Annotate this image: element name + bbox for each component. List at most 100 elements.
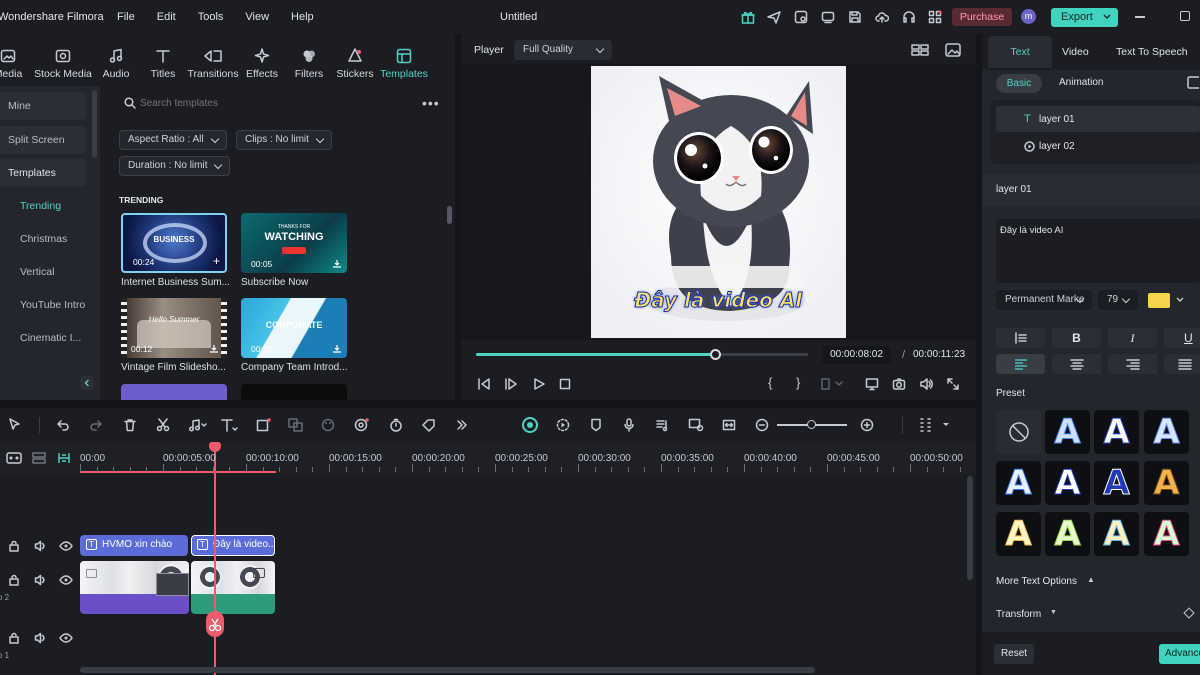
add-track-icon[interactable] [6,452,22,464]
more-options-icon[interactable]: ••• [422,96,440,110]
align-left-button[interactable] [996,354,1045,374]
zoom-in-icon[interactable] [860,418,874,432]
maximize-icon[interactable] [1180,11,1190,21]
text-tool-icon[interactable] [221,418,239,432]
replace-clip-icon[interactable] [688,418,704,432]
speaker-icon[interactable] [34,540,46,552]
playback-scrubber[interactable] [710,349,722,360]
font-select[interactable]: Permanent Marke [996,290,1092,310]
zoom-slider[interactable] [777,420,847,429]
menu-file[interactable]: File [117,11,135,23]
preset-style-8[interactable]: A [996,512,1041,556]
scissors-icon[interactable] [156,418,170,432]
display-icon[interactable] [865,377,879,391]
aspect-ratio-filter[interactable]: Aspect Ratio : All [119,130,227,150]
preset-style-4[interactable]: A [996,461,1041,505]
nav-christmas[interactable]: Christmas [0,225,86,253]
group-icon[interactable] [288,418,304,432]
delete-icon[interactable] [123,418,137,432]
template-thumb-partial[interactable] [121,384,227,400]
tab-stock-media[interactable]: Stock Media [33,34,93,86]
advanced-button[interactable]: Advanced [1159,644,1200,664]
nav-cinematic[interactable]: Cinematic I... [0,324,86,352]
more-text-options[interactable]: More Text Options [996,576,1077,587]
underline-button[interactable]: U [1164,328,1200,348]
caret-down-icon[interactable]: ▼ [1050,609,1057,616]
save-preset-icon[interactable] [1187,76,1199,90]
snap-icon[interactable] [57,451,71,465]
menu-help[interactable]: Help [291,11,314,23]
video-clip-1[interactable] [80,561,189,614]
purchase-button[interactable]: Purchase [952,8,1012,26]
lock-icon[interactable] [8,540,20,552]
render-preview-icon[interactable] [556,418,570,432]
insert-icon[interactable] [820,377,844,391]
menu-edit[interactable]: Edit [157,11,176,23]
microphone-icon[interactable] [622,418,636,432]
grid-view-icon[interactable] [911,44,929,56]
template-thumb-partial[interactable] [241,384,347,400]
template-mode-icon[interactable] [794,10,808,24]
eye-icon[interactable] [59,632,73,644]
duration-filter[interactable]: Duration : No limit [119,156,231,176]
marker-icon[interactable] [589,418,603,432]
audio-mix-icon[interactable] [655,418,669,432]
video-frame[interactable]: Đây là video AI [591,66,846,338]
download-icon[interactable] [332,344,342,354]
crop-icon[interactable] [256,418,272,432]
reset-button[interactable]: Reset [994,644,1034,664]
cloud-upload-icon[interactable] [875,10,889,24]
tab-text[interactable]: Text [988,36,1052,68]
transform-label[interactable]: Transform [996,609,1041,620]
nav-trending[interactable]: Trending [0,192,86,220]
menu-tools[interactable]: Tools [198,11,224,23]
preset-style-7[interactable]: A [1144,461,1189,505]
preset-style-6[interactable]: A [1094,461,1139,505]
lock-icon[interactable] [8,574,20,586]
camera-icon[interactable] [892,377,906,391]
tab-text-to-speech[interactable]: Text To Speech [1116,46,1188,58]
bold-button[interactable]: B [1052,328,1101,348]
audio-split-icon[interactable] [187,418,207,432]
download-icon[interactable] [209,344,219,354]
preset-style-1[interactable]: A [1045,410,1090,454]
preset-style-9[interactable]: A [1045,512,1090,556]
collapse-panel-button[interactable] [80,376,94,390]
text-clip-2-selected[interactable]: T Đây là video... [191,535,275,556]
snapshot-image-icon[interactable] [945,43,961,57]
preset-style-2[interactable]: A [1094,410,1139,454]
track-layout-icon[interactable] [32,452,46,464]
select-tool-icon[interactable] [8,418,24,432]
apps-grid-icon[interactable] [928,10,942,24]
send-icon[interactable] [767,10,781,24]
speaker-icon[interactable] [34,632,46,644]
timeline[interactable]: o 2 o 1 T HVMO xin chào T Đây là video..… [0,442,977,675]
subtab-animation[interactable]: Animation [1059,77,1103,88]
prev-frame-icon[interactable] [477,377,491,391]
more-tools-icon[interactable] [456,419,468,431]
layer-01[interactable]: layer 01 [1039,114,1075,125]
volume-icon[interactable] [919,377,933,391]
preset-style-11[interactable]: A [1144,512,1189,556]
font-size-select[interactable]: 79 [1098,290,1138,310]
keyframe-tag-icon[interactable] [421,418,437,432]
nav-youtube-intro[interactable]: YouTube Intro [0,291,86,319]
text-color-swatch[interactable] [1148,293,1170,308]
zoom-slider-knob[interactable] [807,420,816,429]
export-button[interactable]: Export [1051,8,1118,27]
speed-timer-icon[interactable] [389,418,403,432]
minimize-icon[interactable] [1135,16,1145,18]
save-icon[interactable] [848,10,862,24]
preset-style-3[interactable]: A [1144,410,1189,454]
timeline-horizontal-scrollbar[interactable] [80,667,815,673]
search-templates-input[interactable] [140,94,380,112]
nav-mine[interactable]: Mine [0,92,86,120]
playhead[interactable] [206,442,224,675]
preset-none[interactable] [996,410,1041,454]
align-center-button[interactable] [1052,354,1101,374]
color-palette-icon[interactable] [321,418,335,432]
eye-icon[interactable] [59,574,73,586]
playback-progress-track[interactable] [476,349,808,360]
italic-button[interactable]: I [1108,328,1157,348]
current-time[interactable]: 00:00:08:02 [822,346,891,364]
